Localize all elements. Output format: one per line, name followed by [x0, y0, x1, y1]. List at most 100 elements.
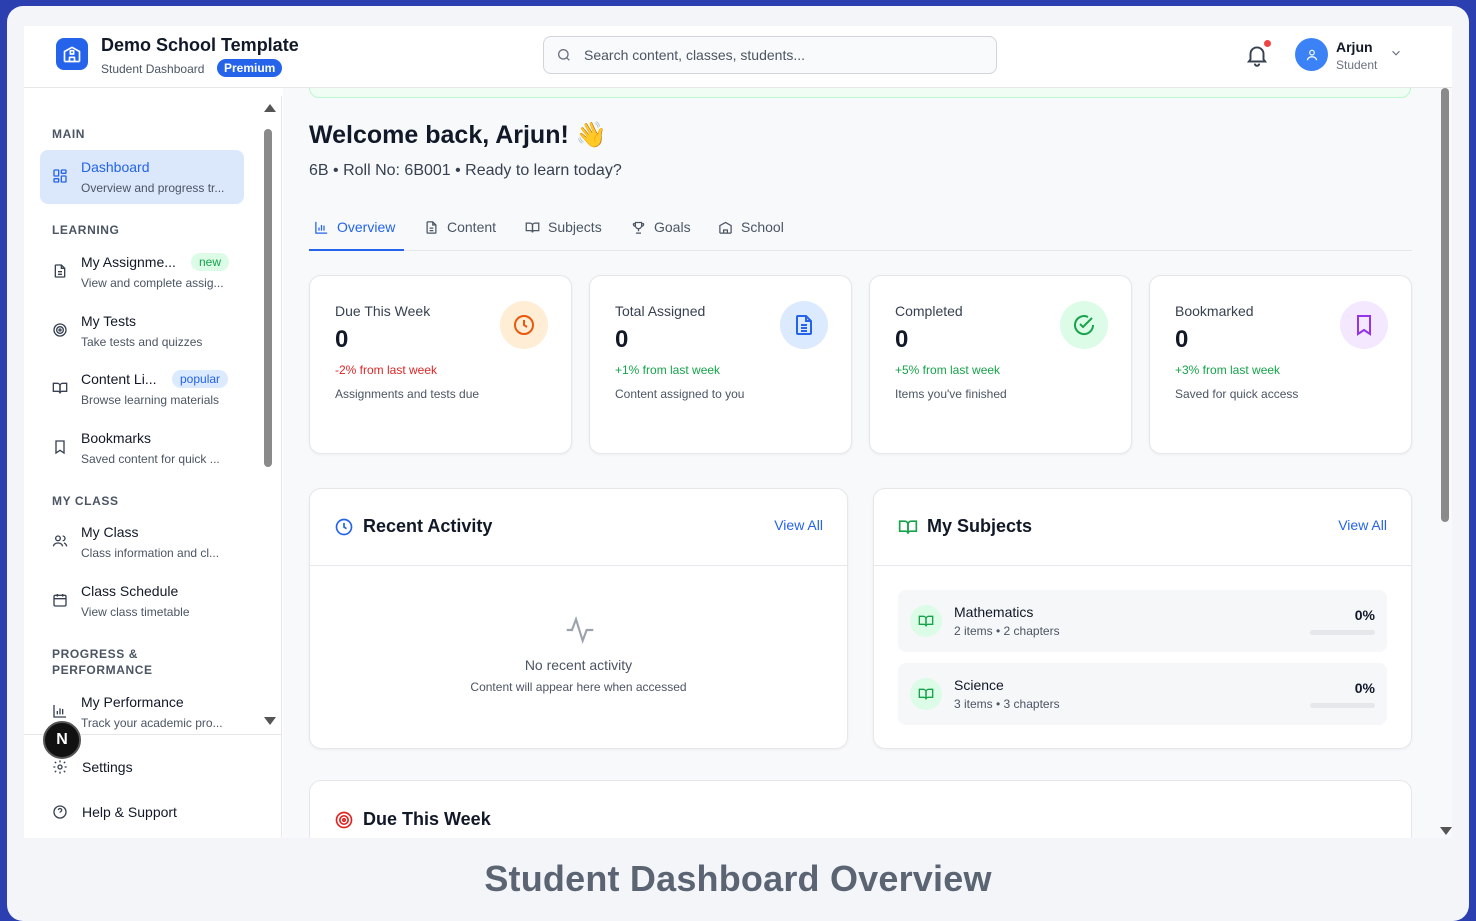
check-circle-icon	[1060, 301, 1108, 349]
app-title: Demo School Template	[101, 35, 299, 55]
target-icon	[53, 323, 67, 337]
tab-subjects[interactable]: Subjects	[525, 214, 602, 240]
panel-title: My Subjects	[927, 516, 1033, 536]
tab-goals[interactable]: Goals	[631, 214, 691, 240]
scroll-up-arrow-icon[interactable]	[263, 103, 277, 113]
stat-card-due-this-week: Due This Week 0 -2% from last week Assig…	[309, 275, 572, 454]
sidebar-item-my-class[interactable]: My Class Class information and cl...	[40, 515, 244, 569]
sidebar-item-assignments[interactable]: My Assignme... new View and complete ass…	[40, 245, 244, 299]
book-open-icon	[52, 382, 68, 394]
tab-label: Goals	[654, 219, 691, 235]
stat-label: Completed	[895, 303, 963, 319]
app-subtitle: Student Dashboard	[101, 62, 205, 76]
view-all-link[interactable]: View All	[1338, 517, 1387, 533]
clock-icon	[335, 518, 353, 536]
empty-state-subtitle: Content will appear here when accessed	[470, 680, 687, 694]
file-text-icon	[780, 301, 828, 349]
bar-chart-icon	[315, 221, 328, 234]
gear-icon	[53, 760, 67, 774]
sidebar-item-tests[interactable]: My Tests Take tests and quizzes	[40, 304, 244, 358]
notification-dot	[1264, 40, 1271, 47]
school-icon	[719, 221, 732, 234]
subject-progress-bar	[1310, 703, 1375, 708]
tab-label: School	[741, 219, 784, 235]
user-icon	[1306, 49, 1317, 60]
document-icon	[426, 220, 437, 234]
clock-icon	[500, 301, 548, 349]
main-scroll-thumb[interactable]	[1441, 88, 1449, 522]
stat-change: +3% from last week	[1175, 363, 1281, 377]
subject-row-science[interactable]: Science 3 items • 3 chapters 0%	[898, 663, 1387, 725]
settings-link[interactable]: Settings	[52, 759, 133, 775]
sidebar-item-title: My Assignme...	[81, 254, 176, 270]
section-label-learning: LEARNING	[52, 223, 120, 237]
sidebar-item-title: My Performance	[81, 694, 184, 710]
tab-bar: Overview Content Subjects Goals School	[309, 204, 1412, 251]
users-icon	[52, 535, 68, 547]
sidebar-item-desc: Saved content for quick ...	[81, 452, 220, 466]
main-content: Welcome back, Arjun! 👋 6B • Roll No: 6B0…	[283, 88, 1452, 838]
subject-progress-percent: 0%	[1354, 607, 1375, 623]
sidebar-item-desc: Class information and cl...	[81, 546, 220, 560]
sidebar-item-title: My Class	[81, 524, 139, 540]
tab-label: Subjects	[548, 219, 602, 235]
bookmark-icon	[1340, 301, 1388, 349]
stat-card-total-assigned: Total Assigned 0 +1% from last week Cont…	[589, 275, 852, 454]
calendar-icon	[53, 594, 67, 607]
sidebar-item-desc: Browse learning materials	[81, 393, 220, 407]
trophy-icon	[632, 221, 645, 234]
due-this-week-panel: Due This Week	[309, 780, 1412, 838]
settings-label: Settings	[82, 759, 133, 775]
subject-name: Science	[954, 677, 1004, 693]
section-label-my-class: MY CLASS	[52, 494, 119, 508]
sidebar-item-title: My Tests	[81, 313, 136, 329]
user-name[interactable]: Arjun	[1336, 39, 1373, 55]
stat-card-completed: Completed 0 +5% from last week Items you…	[869, 275, 1132, 454]
book-open-icon	[525, 222, 540, 233]
section-label-progress: PROGRESS &	[52, 647, 139, 661]
banner-edge	[309, 88, 1411, 98]
subject-meta: 3 items • 3 chapters	[954, 697, 1060, 711]
stat-label: Bookmarked	[1175, 303, 1254, 319]
subject-progress-bar	[1310, 630, 1375, 635]
stat-value: 0	[895, 326, 909, 353]
school-logo-icon[interactable]	[56, 38, 88, 70]
section-label-performance: PERFORMANCE	[52, 663, 153, 677]
sidebar-item-desc: View class timetable	[81, 605, 190, 619]
dev-tools-badge[interactable]: N	[43, 721, 81, 759]
tab-label: Overview	[337, 219, 396, 235]
top-header: Demo School Template Student Dashboard P…	[24, 26, 1452, 88]
search-input[interactable]	[584, 47, 964, 63]
book-open-icon	[910, 678, 942, 710]
tab-content[interactable]: Content	[424, 214, 496, 240]
sidebar-item-title: Bookmarks	[81, 430, 152, 446]
panel-title: Recent Activity	[363, 516, 493, 536]
recent-activity-panel: Recent Activity View All No recent activ…	[309, 488, 848, 749]
view-all-link[interactable]: View All	[774, 517, 823, 533]
screenshot-caption: Student Dashboard Overview	[484, 858, 992, 899]
sidebar-item-content-library[interactable]: Content Li... popular Browse learning ma…	[40, 362, 244, 416]
popular-badge: popular	[172, 370, 229, 388]
tab-overview[interactable]: Overview	[314, 214, 395, 240]
screenshot-frame: Demo School Template Student Dashboard P…	[7, 6, 1469, 921]
subject-row-mathematics[interactable]: Mathematics 2 items • 2 chapters 0%	[898, 590, 1387, 652]
bookmark-icon	[55, 440, 65, 455]
book-open-icon	[910, 605, 942, 637]
scroll-down-arrow-icon[interactable]	[1439, 826, 1452, 836]
stat-value: 0	[335, 326, 349, 353]
sidebar-item-class-schedule[interactable]: Class Schedule View class timetable	[40, 574, 244, 628]
activity-icon	[566, 616, 594, 644]
help-support-link[interactable]: Help & Support	[52, 804, 177, 820]
sidebar-item-dashboard[interactable]: Dashboard Overview and progress tr...	[40, 150, 244, 204]
tab-school[interactable]: School	[718, 214, 784, 240]
stat-note: Content assigned to you	[615, 387, 745, 401]
stat-note: Items you've finished	[895, 387, 1007, 401]
sidebar-scroll-thumb[interactable]	[264, 129, 272, 467]
stat-label: Total Assigned	[615, 303, 706, 319]
search-bar[interactable]	[543, 36, 997, 74]
stat-note: Assignments and tests due	[335, 387, 480, 401]
chevron-down-icon[interactable]	[1389, 46, 1403, 60]
scroll-down-arrow-icon[interactable]	[263, 716, 277, 726]
sidebar-item-bookmarks[interactable]: Bookmarks Saved content for quick ...	[40, 421, 244, 475]
avatar[interactable]	[1295, 38, 1328, 71]
